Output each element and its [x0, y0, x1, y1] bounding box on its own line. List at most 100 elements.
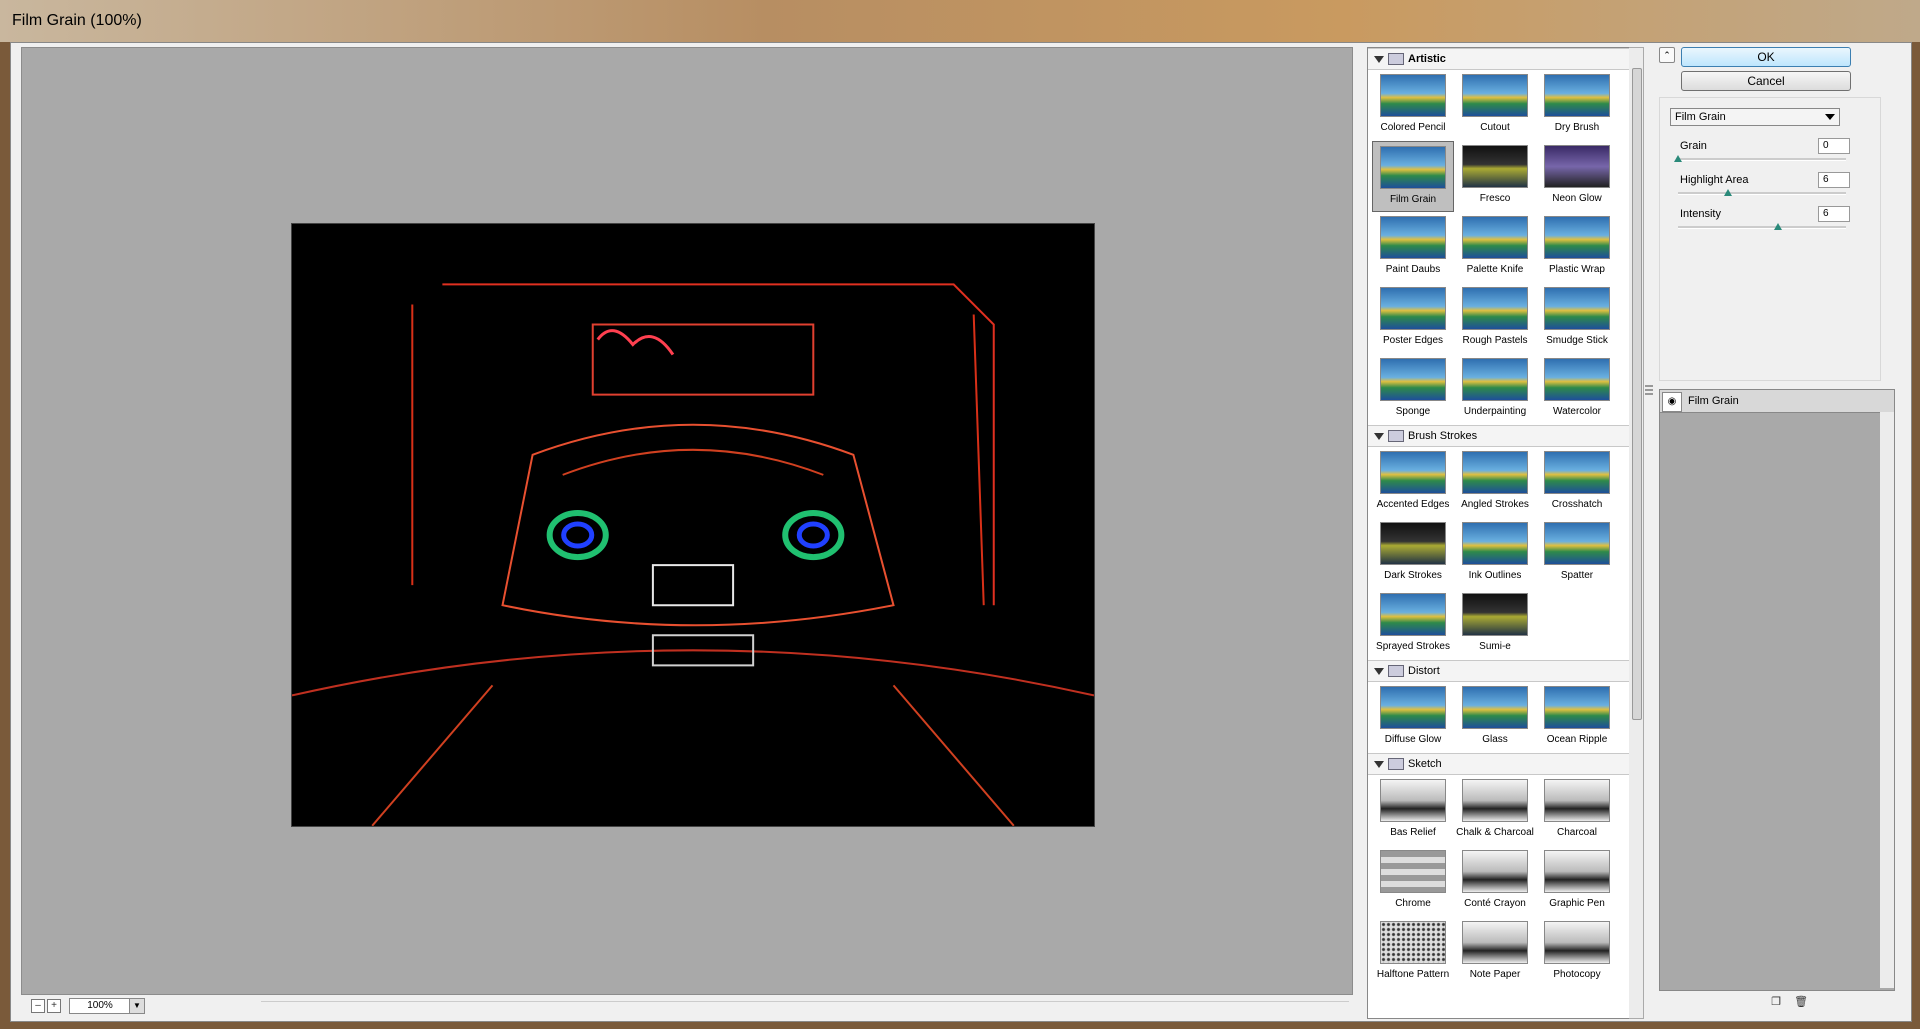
filter-label: Film Grain [1389, 194, 1437, 205]
filter-thumbnail[interactable]: Smudge Stick [1536, 283, 1618, 354]
filter-label: Ink Outlines [1468, 570, 1522, 581]
filter-preview-image [1380, 451, 1446, 494]
preview-area[interactable] [21, 47, 1353, 995]
filter-thumbnail[interactable]: Glass [1454, 682, 1536, 753]
filter-thumbnail[interactable]: Sponge [1372, 354, 1454, 425]
filter-thumbnail[interactable]: Angled Strokes [1454, 447, 1536, 518]
param-slider-handle[interactable] [1773, 223, 1782, 230]
filter-label: Halftone Pattern [1376, 969, 1450, 980]
filter-preview-image [1544, 216, 1610, 259]
preview-image [291, 223, 1095, 827]
param-slider-track[interactable] [1678, 226, 1846, 229]
filter-thumbnail[interactable]: Charcoal [1536, 775, 1618, 846]
filter-thumbnail[interactable]: Note Paper [1454, 917, 1536, 988]
filter-thumbnail[interactable]: Chalk & Charcoal [1454, 775, 1536, 846]
category-distort[interactable]: Distort [1368, 660, 1630, 682]
filter-thumbnail[interactable]: Ocean Ripple [1536, 682, 1618, 753]
triangle-down-icon [1374, 432, 1384, 440]
filter-settings: Film Grain Grain 0 Highlight Area 6 Intensit… [1659, 97, 1881, 381]
filter-thumbnail[interactable]: Film Grain [1372, 141, 1454, 212]
filter-thumbnail[interactable]: Crosshatch [1536, 447, 1618, 518]
filter-thumbnail[interactable]: Bas Relief [1372, 775, 1454, 846]
param-label: Highlight Area [1680, 174, 1749, 186]
effect-layer-item[interactable]: ◉ Film Grain [1660, 390, 1894, 413]
category-artistic[interactable]: Artistic [1368, 48, 1630, 70]
filter-thumbnail[interactable]: Accented Edges [1372, 447, 1454, 518]
filter-thumbnail[interactable]: Diffuse Glow [1372, 682, 1454, 753]
gallery-scroll-thumb[interactable] [1632, 68, 1642, 720]
filter-gallery-dialog: – + 100% ▼ Artistic Colored Pencil Cutout D… [10, 42, 1912, 1022]
cancel-button[interactable]: Cancel [1681, 71, 1851, 91]
category-label: Distort [1408, 665, 1440, 677]
preview-horizontal-scrollbar[interactable] [261, 1001, 1349, 1012]
filter-thumbnail[interactable]: Sprayed Strokes [1372, 589, 1454, 660]
filter-thumbnail[interactable]: Colored Pencil [1372, 70, 1454, 141]
gallery-scrollbar[interactable] [1629, 47, 1644, 1019]
param-slider-track[interactable] [1678, 192, 1846, 195]
filter-preview-image [1462, 850, 1528, 893]
filter-preview-image [1544, 686, 1610, 729]
zoom-bar: – + 100% ▼ [21, 995, 1351, 1017]
panel-splitter[interactable] [1645, 383, 1653, 403]
category-label: Artistic [1408, 53, 1446, 65]
param-slider-handle[interactable] [1674, 155, 1682, 162]
filter-thumbnail[interactable]: Watercolor [1536, 354, 1618, 425]
layer-actions: ❐ 🗑 [1769, 995, 1816, 1009]
filter-thumbnail[interactable]: Halftone Pattern [1372, 917, 1454, 988]
filter-preview-image [1544, 358, 1610, 401]
param-value-input[interactable]: 6 [1818, 206, 1850, 222]
filter-label: Fresco [1479, 193, 1511, 204]
filter-label: Photocopy [1553, 969, 1601, 980]
new-layer-icon[interactable]: ❐ [1769, 995, 1783, 1009]
collapse-gallery-button[interactable]: ⌃ [1659, 47, 1675, 63]
zoom-in-button[interactable]: + [47, 999, 61, 1013]
filter-preview-image [1544, 74, 1610, 117]
filter-thumbnail[interactable]: Photocopy [1536, 917, 1618, 988]
filter-thumbnail[interactable]: Underpainting [1454, 354, 1536, 425]
filter-thumbnail[interactable]: Chrome [1372, 846, 1454, 917]
filter-thumbnail[interactable]: Ink Outlines [1454, 518, 1536, 589]
ok-button[interactable]: OK [1681, 47, 1851, 67]
category-brush-strokes[interactable]: Brush Strokes [1368, 425, 1630, 447]
filter-thumbnail[interactable]: Paint Daubs [1372, 212, 1454, 283]
filter-label: Chalk & Charcoal [1456, 827, 1534, 838]
filter-thumbnail[interactable]: Plastic Wrap [1536, 212, 1618, 283]
filter-thumbnail[interactable]: Conté Crayon [1454, 846, 1536, 917]
filter-thumbnail[interactable]: Sumi-e [1454, 589, 1536, 660]
filter-label: Underpainting [1463, 406, 1527, 417]
filter-thumbnail[interactable]: Graphic Pen [1536, 846, 1618, 917]
filter-preview-image [1380, 74, 1446, 117]
filter-thumbnail[interactable]: Neon Glow [1536, 141, 1618, 212]
param-slider-handle[interactable] [1723, 189, 1732, 196]
layers-scrollbar[interactable] [1880, 412, 1894, 988]
filter-thumbnail[interactable]: Cutout [1454, 70, 1536, 141]
param-label: Intensity [1680, 208, 1721, 220]
category-label: Sketch [1408, 758, 1442, 770]
filter-label: Crosshatch [1551, 499, 1603, 510]
filter-label: Accented Edges [1376, 499, 1450, 510]
filter-label: Dark Strokes [1384, 570, 1442, 581]
param-slider-track[interactable] [1678, 158, 1846, 161]
category-sketch[interactable]: Sketch [1368, 753, 1630, 775]
zoom-dropdown-button[interactable]: ▼ [129, 998, 145, 1014]
filter-preview-image [1462, 686, 1528, 729]
trash-icon[interactable]: 🗑 [1794, 995, 1808, 1009]
filter-label: Palette Knife [1466, 264, 1524, 275]
filter-thumbnail[interactable]: Dry Brush [1536, 70, 1618, 141]
triangle-down-icon [1374, 760, 1384, 768]
filter-thumbnail[interactable]: Fresco [1454, 141, 1536, 212]
filter-thumbnail[interactable]: Palette Knife [1454, 212, 1536, 283]
filter-thumbnail[interactable]: Dark Strokes [1372, 518, 1454, 589]
param-value-input[interactable]: 0 [1818, 138, 1850, 154]
filter-preview-image [1380, 146, 1446, 189]
filter-select[interactable]: Film Grain [1670, 108, 1840, 126]
param-value-input[interactable]: 6 [1818, 172, 1850, 188]
filter-thumbnail[interactable]: Rough Pastels [1454, 283, 1536, 354]
filter-preview-image [1380, 921, 1446, 964]
filter-thumbnail[interactable]: Poster Edges [1372, 283, 1454, 354]
eye-icon[interactable]: ◉ [1662, 392, 1682, 412]
filter-thumbnail[interactable]: Spatter [1536, 518, 1618, 589]
zoom-value[interactable]: 100% [69, 998, 131, 1014]
filter-label: Sponge [1395, 406, 1431, 417]
zoom-out-button[interactable]: – [31, 999, 45, 1013]
